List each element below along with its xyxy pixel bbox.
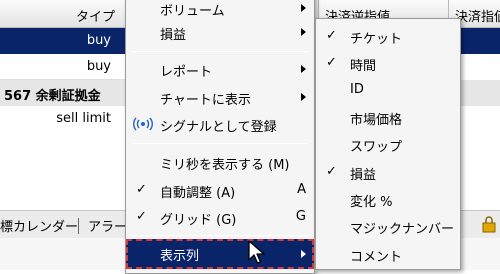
menu-item-label: マジックナンバー	[350, 222, 455, 237]
context-menu: ボリューム 損益 レポート チャートに表示 シグナルとして登録 ミリ秒を表示する…	[125, 0, 315, 274]
table-row[interactable]: buy	[0, 54, 125, 80]
menu-item-show-milliseconds[interactable]: ミリ秒を表示する (M)	[126, 149, 314, 175]
chevron-right-icon	[301, 65, 306, 73]
column-toggle-time[interactable]: ✓ 時間	[316, 50, 460, 76]
menu-item-label: グリッド (G)	[160, 213, 237, 228]
menu-item-grid[interactable]: ✓ グリッド (G) G	[126, 204, 314, 230]
chevron-right-icon	[301, 28, 306, 36]
type-cell: buy	[86, 59, 111, 74]
type-cell: buy	[86, 33, 111, 48]
menu-item-label: 変化 %	[350, 195, 393, 210]
table-row[interactable]: sell limit	[0, 106, 125, 132]
column-toggle-market-price[interactable]: 市場価格	[316, 104, 460, 130]
menu-item-label: 損益	[160, 28, 187, 43]
shortcut-key: A	[297, 182, 306, 197]
menu-item-label: 時間	[350, 59, 377, 74]
menu-separator	[132, 51, 308, 52]
column-header-type[interactable]: タイプ	[0, 0, 125, 28]
column-toggle-profit[interactable]: ✓ 損益	[316, 159, 460, 185]
summary-row: 567 余剰証拠金	[0, 80, 125, 106]
checkmark-icon: ✓	[136, 209, 147, 224]
column-toggle-change-percent[interactable]: 変化 %	[316, 186, 460, 212]
table-row-right[interactable]	[460, 28, 500, 54]
chevron-right-icon	[301, 93, 306, 101]
menu-item-label: 市場価格	[350, 113, 403, 128]
menu-item-label: ボリューム	[160, 4, 225, 19]
summary-row-right	[460, 80, 500, 106]
menu-item-profit[interactable]: 損益	[126, 19, 314, 45]
menu-separator	[132, 235, 308, 236]
table-row[interactable]: buy	[0, 28, 125, 54]
menu-item-label: 自動調整 (A)	[160, 186, 236, 201]
menu-item-columns[interactable]: 表示列	[126, 239, 314, 269]
checkmark-icon: ✓	[326, 164, 337, 179]
free-margin-cell: 567 余剰証拠金	[4, 89, 101, 104]
menu-item-label: チケット	[350, 32, 403, 47]
tab-alerts[interactable]: アラー	[88, 216, 127, 235]
menu-item-auto-arrange[interactable]: ✓ 自動調整 (A) A	[126, 177, 314, 203]
chevron-right-icon	[301, 4, 306, 12]
column-toggle-comment[interactable]: コメント	[316, 241, 460, 267]
column-toggle-swap[interactable]: スワップ	[316, 131, 460, 157]
columns-submenu: ✓ チケット ✓ 時間 ID 市場価格 スワップ ✓ 損益 変化 % マジックナ…	[315, 18, 461, 270]
column-toggle-ticket[interactable]: ✓ チケット	[316, 23, 460, 49]
type-cell: sell limit	[56, 111, 111, 126]
lock-icon	[482, 216, 496, 233]
menu-item-label: チャートに表示	[160, 93, 251, 108]
tab-calendar[interactable]: 標カレンダー	[0, 216, 78, 235]
tab-divider	[78, 218, 79, 234]
chevron-right-icon	[301, 250, 306, 258]
menu-item-label: 表示列	[160, 249, 200, 264]
menu-item-register-signal[interactable]: シグナルとして登録	[126, 111, 314, 137]
checkmark-icon: ✓	[326, 28, 337, 43]
shortcut-key: G	[295, 209, 306, 224]
checkmark-icon: ✓	[326, 55, 337, 70]
menu-item-label: コメント	[350, 250, 403, 265]
menu-item-label: スワップ	[350, 140, 403, 155]
menu-item-label: ID	[350, 82, 364, 97]
checkmark-icon: ✓	[136, 182, 147, 197]
column-toggle-magic-number[interactable]: マジックナンバー	[316, 213, 460, 239]
menu-item-label: シグナルとして登録	[160, 120, 277, 135]
menu-item-volume[interactable]: ボリューム	[126, 0, 314, 21]
column-toggle-id[interactable]: ID	[316, 77, 460, 103]
menu-item-label: レポート	[160, 65, 213, 80]
mouse-cursor-icon	[248, 240, 265, 264]
menu-separator	[132, 143, 308, 144]
menu-item-show-on-chart[interactable]: チャートに表示	[126, 84, 314, 110]
signal-icon	[133, 117, 153, 131]
menu-item-report[interactable]: レポート	[126, 56, 314, 82]
column-header-label: タイプ	[75, 10, 115, 25]
menu-item-label: ミリ秒を表示する (M)	[160, 158, 290, 173]
menu-item-label: 損益	[350, 168, 377, 183]
